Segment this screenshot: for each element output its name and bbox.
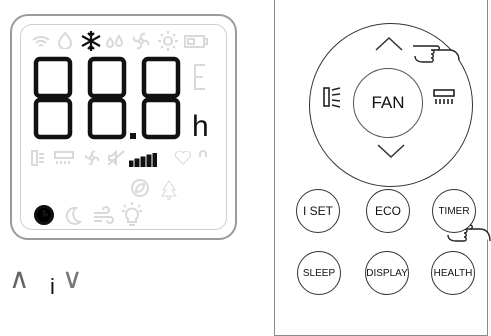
display-button-label: DISPLAY	[366, 267, 408, 279]
bulb-icon	[120, 202, 144, 228]
sleep-button[interactable]: SLEEP	[297, 251, 341, 295]
iset-button-label: I SET	[302, 204, 333, 218]
mute-icon	[106, 149, 126, 167]
swing-left-icon[interactable]	[322, 86, 344, 108]
clock-icon	[33, 204, 55, 226]
health-button[interactable]: HEALTH	[431, 251, 475, 295]
battery-icon	[184, 35, 208, 48]
sun-icon	[158, 31, 178, 51]
down-arrow-icon[interactable]	[376, 143, 406, 159]
louver-icon	[31, 150, 45, 166]
tree-icon	[161, 180, 177, 200]
fan-icon	[131, 31, 151, 51]
fan-button[interactable]: FAN	[353, 68, 423, 138]
timer-button-label: TIMER	[438, 205, 470, 217]
display-button[interactable]: DISPLAY	[365, 251, 409, 295]
timer-button[interactable]: TIMER	[432, 189, 476, 233]
leaf-icon	[130, 178, 150, 198]
moon-icon	[64, 206, 82, 226]
lcd-digit-2	[84, 55, 130, 141]
eco-button[interactable]: ECO	[366, 189, 410, 233]
drop-icon	[57, 31, 73, 49]
iset-button[interactable]: I SET	[296, 189, 340, 233]
eco-button-label: ECO	[374, 204, 401, 218]
health-button-label: HEALTH	[433, 267, 473, 279]
snowflake-icon	[80, 30, 102, 52]
wind-icon	[92, 205, 114, 225]
hours-unit: h	[192, 110, 209, 143]
fan-small-icon	[83, 149, 101, 167]
info-i-label: i	[50, 274, 55, 299]
e-segment-icon	[193, 63, 207, 91]
up-arrow-icon[interactable]	[374, 36, 404, 52]
lcd-digit-1	[30, 55, 76, 141]
lcd-digit-3	[138, 55, 184, 141]
heart-icon	[174, 151, 192, 165]
dry-icon	[105, 32, 125, 50]
down-arrow-label: ∨	[62, 263, 83, 294]
grid-icon	[54, 151, 74, 165]
pointing-hand-icon	[413, 45, 460, 63]
fan-button-label: FAN	[371, 93, 405, 112]
decimal-point	[130, 133, 136, 139]
sleep-button-label: SLEEP	[302, 267, 336, 279]
swing-right-icon[interactable]	[432, 88, 456, 106]
up-arrow-label: ∧	[9, 263, 30, 294]
signal-bars-icon	[129, 153, 157, 167]
lock-icon	[196, 149, 210, 167]
wifi-icon	[31, 33, 51, 49]
